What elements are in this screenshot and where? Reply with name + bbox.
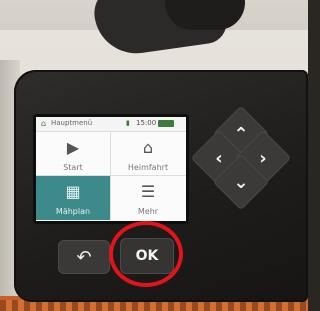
menu-title: Hauptmenü	[51, 119, 93, 127]
tile-mehr[interactable]: ☰ Mehr	[111, 176, 185, 220]
tile-label: Heimfahrt	[127, 163, 169, 172]
direction-pad: ⌃ ‹ › ⌄	[190, 105, 292, 211]
tile-heimfahrt[interactable]: ⌂ Heimfahrt	[111, 132, 185, 176]
menu-icon: ☰	[140, 182, 156, 201]
tile-label: Mähplan	[55, 207, 91, 216]
tile-start[interactable]: ▶ Start	[36, 132, 110, 176]
photo-scene: ⌂ Hauptmenü ▮ 15:00 ▶ Start ⌂ Heimfahrt …	[0, 0, 308, 311]
back-button[interactable]: ↶	[58, 240, 110, 274]
play-icon: ▶	[66, 138, 80, 157]
back-arrow-icon: ↶	[76, 246, 92, 268]
signal-icon: ▮	[126, 119, 130, 127]
home-icon: ⌂	[142, 138, 154, 157]
battery-icon	[158, 120, 174, 127]
annotation-circle	[109, 221, 183, 287]
lcd-screen: ⌂ Hauptmenü ▮ 15:00 ▶ Start ⌂ Heimfahrt …	[33, 114, 189, 224]
chevron-down-icon: ⌄	[233, 171, 249, 193]
status-bar: ⌂ Hauptmenü ▮ 15:00	[36, 117, 186, 132]
calendar-icon: ▦	[65, 182, 81, 201]
tile-maehplan[interactable]: ▦ Mähplan	[36, 176, 110, 220]
down-button[interactable]: ⌄	[212, 153, 270, 211]
home-icon: ⌂	[41, 119, 47, 128]
tile-label: Mehr	[137, 207, 159, 216]
tile-label: Start	[63, 163, 83, 172]
clock-time: 15:00	[136, 119, 157, 127]
